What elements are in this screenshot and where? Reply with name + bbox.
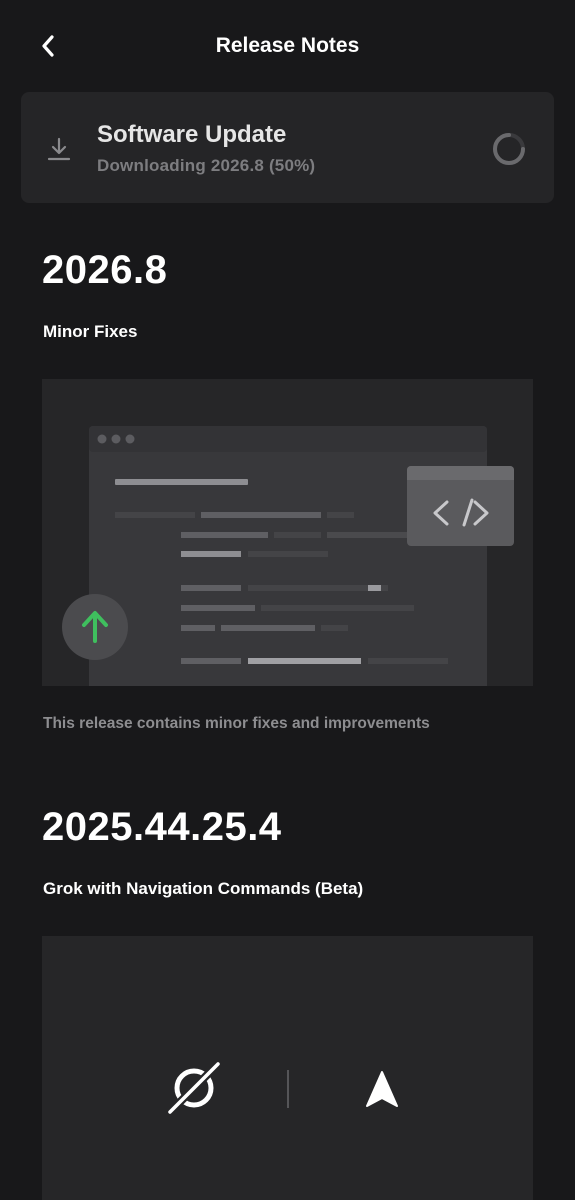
release-notes-screen: Release Notes Software Update Downloadin…	[0, 0, 575, 1200]
loading-spinner-icon	[493, 133, 525, 165]
release-illustration	[42, 936, 533, 1200]
minor-fixes-illustration	[62, 426, 514, 686]
grok-logo-icon	[165, 1059, 223, 1117]
grok-navigation-illustration	[165, 1059, 398, 1117]
page-title: Release Notes	[215, 34, 360, 57]
release-feature-title: Grok with Navigation Commands (Beta)	[43, 879, 364, 898]
release-description: This release contains minor fixes and im…	[43, 715, 430, 732]
code-icon	[407, 466, 514, 546]
release-version: 2025.44.25.4	[42, 805, 282, 849]
release-feature-title: Minor Fixes	[43, 322, 138, 341]
top-bar: Release Notes	[0, 0, 575, 92]
update-title: Software Update	[97, 121, 287, 148]
release-version: 2026.8	[42, 248, 168, 292]
release-illustration	[42, 379, 533, 686]
navigation-arrow-icon	[366, 1071, 398, 1107]
arrow-up-icon	[62, 594, 128, 660]
download-icon	[47, 137, 71, 161]
update-status: Downloading 2026.8 (50%)	[97, 156, 316, 175]
